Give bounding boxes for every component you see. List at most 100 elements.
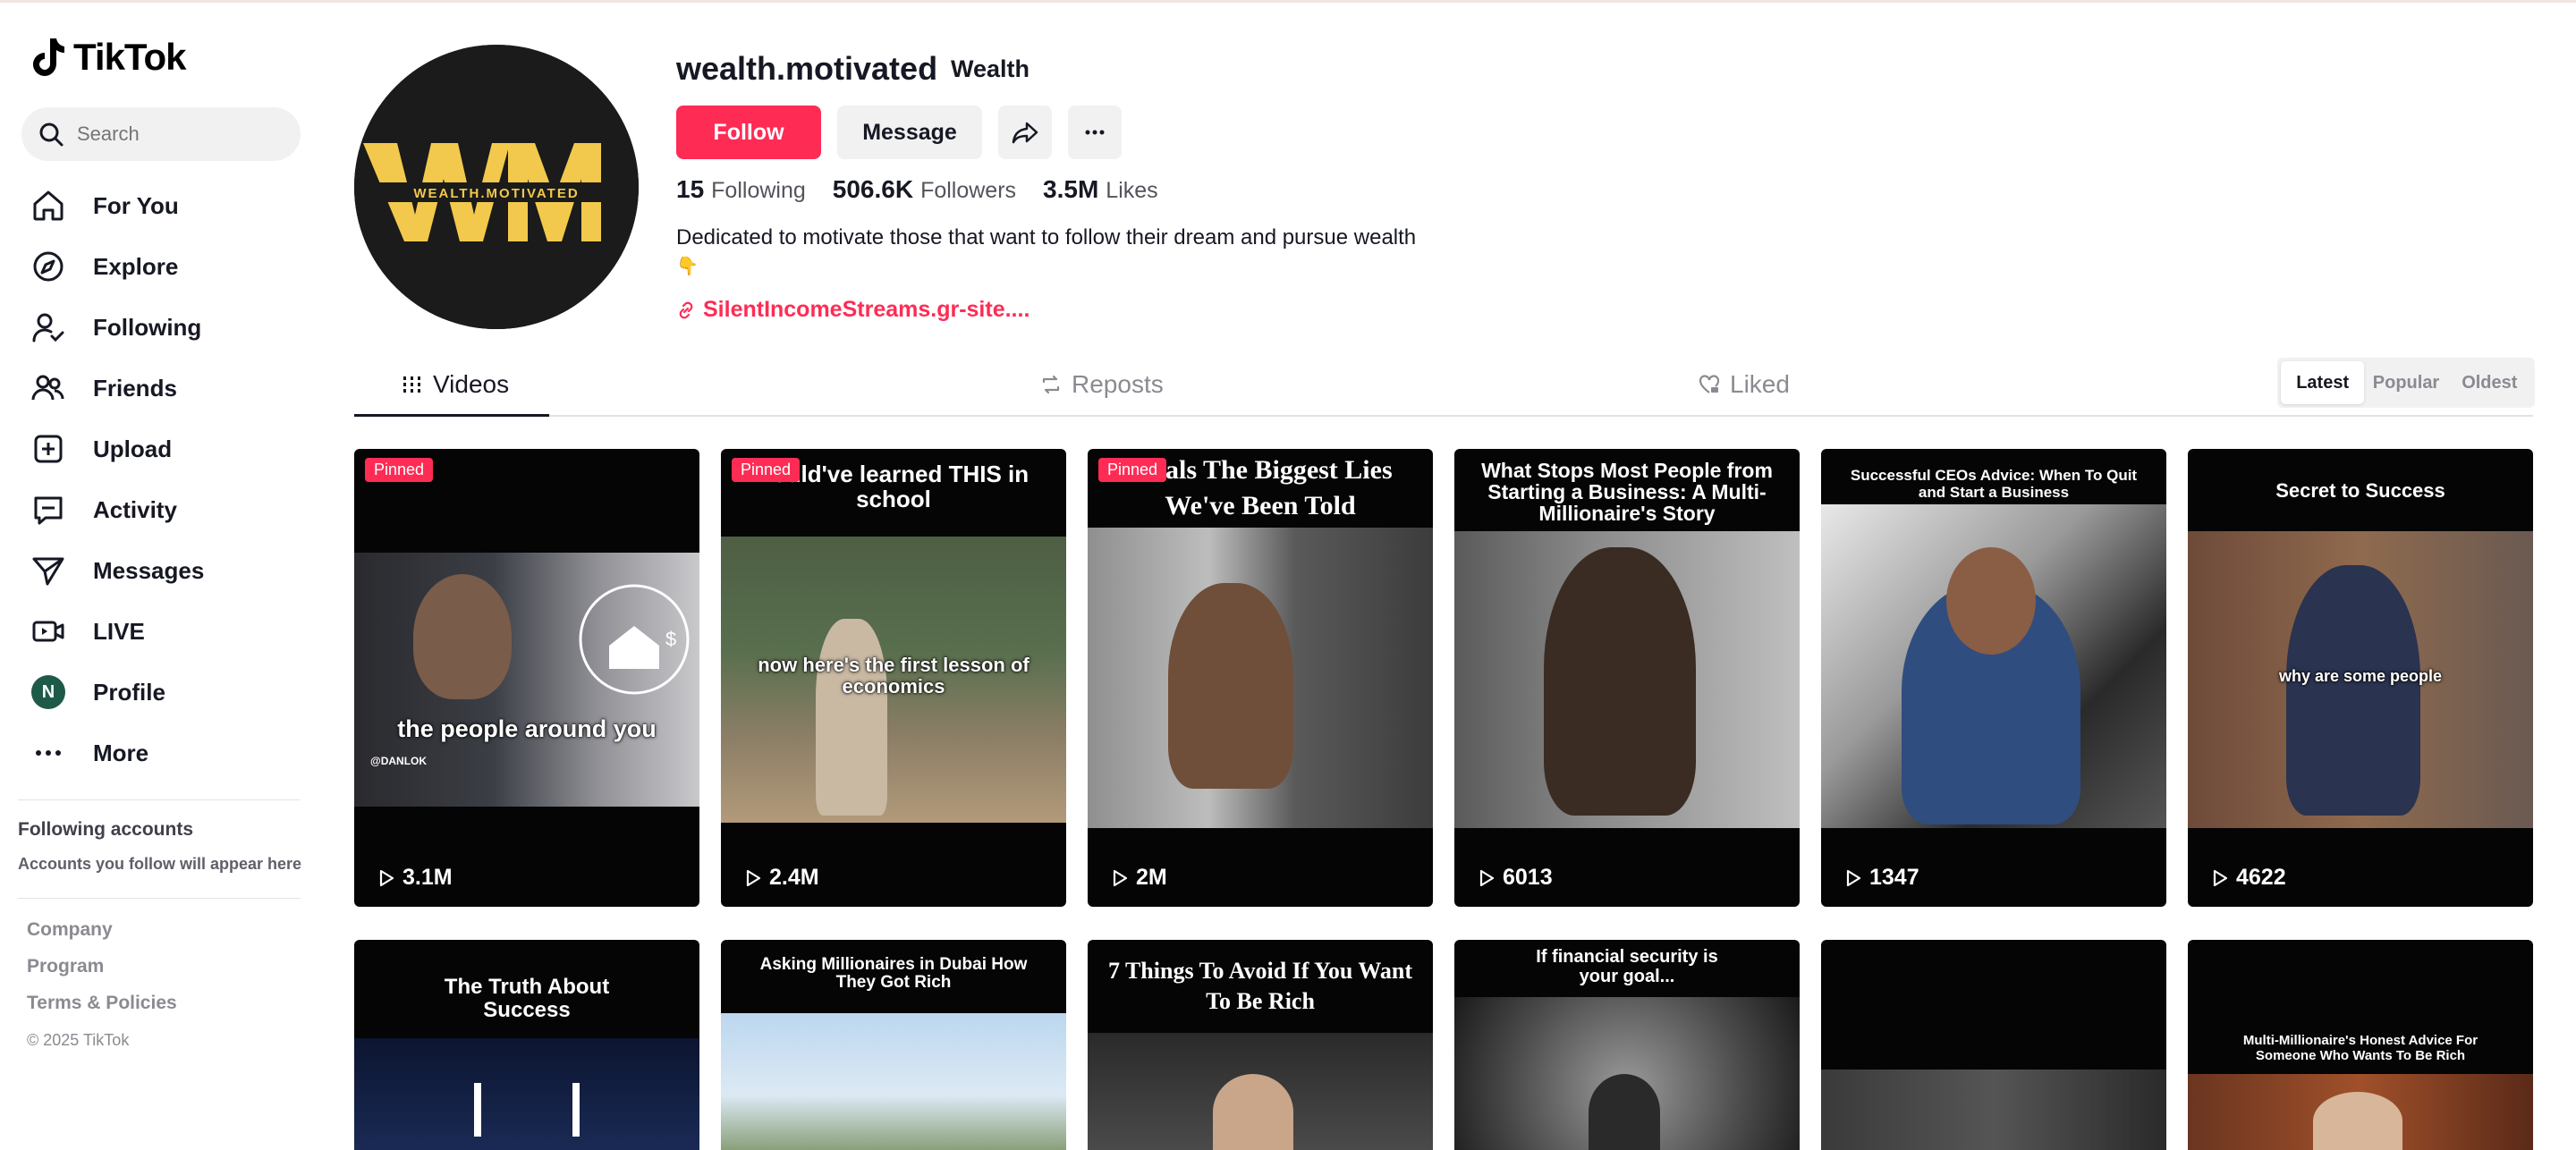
view-count: 6013 — [1503, 865, 1553, 890]
video-card[interactable] — [1821, 940, 2166, 1150]
video-card[interactable]: hould've learned THIS in school Pinned n… — [721, 449, 1066, 907]
sidebar-item-label: Following — [93, 313, 202, 341]
tab-videos[interactable]: Videos — [401, 370, 509, 399]
video-card[interactable]: If financial security is your goal... — [1454, 940, 1800, 1150]
footer-link-program[interactable]: Program — [27, 956, 177, 993]
bio-text: Dedicated to motivate those that want to… — [676, 225, 1417, 249]
copyright: © 2025 TikTok — [27, 1031, 130, 1049]
sidebar-footer: Company Program Terms & Policies © 2025 … — [27, 919, 177, 1050]
sidebar: TikTok For You Explore Following Friends… — [0, 0, 322, 1150]
video-title: Secret to Success — [2275, 479, 2445, 502]
more-options-button[interactable] — [1068, 106, 1122, 159]
video-thumbnail-person — [1213, 1074, 1293, 1150]
video-card[interactable]: Secret to Success why are some people 46… — [2188, 449, 2533, 907]
video-thumbnail-person — [816, 619, 887, 816]
video-card[interactable]: $ Pinned the people around you @DANLOK 3… — [354, 449, 699, 907]
video-card[interactable]: Asking Millionaires in Dubai How They Go… — [721, 940, 1066, 1150]
pinned-badge: Pinned — [365, 458, 434, 482]
more-dots-icon — [36, 750, 61, 756]
profile-username: wealth.motivated — [676, 50, 938, 87]
stat-likes: 3.5M Likes — [1043, 175, 1158, 204]
profile-stats: 15 Following 506.6K Followers 3.5M Likes — [676, 175, 1158, 204]
stat-value: 15 — [676, 175, 705, 203]
share-icon — [1012, 122, 1038, 144]
video-card[interactable]: What Stops Most People from Starting a B… — [1454, 449, 1800, 907]
share-button[interactable] — [998, 106, 1052, 159]
stat-label: Likes — [1106, 178, 1158, 203]
video-card[interactable]: eveals The Biggest Lies We've Been Told … — [1088, 449, 1433, 907]
tab-liked[interactable]: Liked — [1698, 370, 1790, 399]
sidebar-item-explore[interactable]: Explore — [27, 236, 304, 297]
profile-tabs: Videos Reposts Liked — [354, 358, 2533, 417]
active-tab-indicator — [354, 414, 549, 417]
tiktok-logo[interactable]: TikTok — [32, 34, 186, 80]
video-card[interactable]: The Truth About Success — [354, 940, 699, 1150]
video-views: 6013 — [1476, 865, 1553, 891]
play-icon — [2213, 869, 2228, 886]
home-icon — [33, 190, 64, 221]
sidebar-nav: For You Explore Following Friends Upload… — [27, 175, 304, 783]
divider — [18, 898, 301, 899]
sidebar-item-label: LIVE — [93, 617, 145, 645]
link-icon — [679, 301, 693, 318]
sidebar-item-for-you[interactable]: For You — [27, 175, 304, 236]
sidebar-item-upload[interactable]: Upload — [27, 419, 304, 479]
sidebar-item-messages[interactable]: Messages — [27, 540, 304, 601]
footer-link-company[interactable]: Company — [27, 919, 177, 956]
message-square-icon — [34, 496, 63, 525]
video-thumbnail — [354, 1038, 699, 1150]
sidebar-item-label: Profile — [93, 678, 165, 706]
sidebar-item-profile[interactable]: N Profile — [27, 662, 304, 723]
video-card[interactable]: Multi-Millionaire's Honest Advice For So… — [2188, 940, 2533, 1150]
sidebar-item-following[interactable]: Following — [27, 297, 304, 358]
search-icon — [39, 123, 64, 147]
search-bar[interactable] — [21, 107, 301, 161]
grid-icon — [403, 376, 420, 393]
stat-followers[interactable]: 506.6K Followers — [833, 175, 1016, 204]
search-input[interactable] — [77, 123, 292, 146]
follow-button[interactable]: Follow — [676, 106, 821, 159]
message-button[interactable]: Message — [837, 106, 982, 159]
stat-value: 506.6K — [832, 175, 914, 203]
video-thumbnail-person — [413, 574, 512, 699]
play-icon — [1846, 869, 1861, 886]
sidebar-item-live[interactable]: LIVE — [27, 601, 304, 662]
sidebar-item-friends[interactable]: Friends — [27, 358, 304, 419]
sidebar-item-label: More — [93, 739, 149, 766]
video-overlay-text: why are some people — [2278, 667, 2443, 685]
footer-link-terms[interactable]: Terms & Policies — [27, 993, 177, 1029]
stat-label: Followers — [920, 178, 1017, 203]
top-border — [0, 0, 2576, 3]
home-car-plane-icon: $ — [579, 584, 690, 695]
sidebar-item-label: Friends — [93, 374, 177, 402]
sort-oldest[interactable]: Oldest — [2448, 361, 2531, 404]
repost-icon — [1042, 375, 1060, 394]
view-count: 1347 — [1869, 865, 1919, 890]
heart-lock-icon — [1699, 375, 1720, 393]
sort-popular[interactable]: Popular — [2364, 361, 2447, 404]
view-count: 4622 — [2236, 865, 2286, 890]
tab-label: Liked — [1730, 370, 1790, 398]
video-thumbnail-person — [1168, 583, 1293, 789]
tab-label: Reposts — [1072, 370, 1164, 398]
compass-icon — [33, 251, 64, 282]
video-title: Asking Millionaires in Dubai How They Go… — [759, 955, 1028, 992]
play-icon — [1113, 869, 1128, 886]
tab-reposts[interactable]: Reposts — [1039, 370, 1164, 399]
sidebar-item-more[interactable]: More — [27, 723, 304, 783]
sidebar-item-label: Explore — [93, 252, 179, 280]
brand-name: TikTok — [73, 36, 186, 78]
video-thumbnail-person — [2286, 565, 2420, 816]
video-card[interactable]: 7 Things To Avoid If You Want To Be Rich — [1088, 940, 1433, 1150]
video-title: Multi-Millionaire's Honest Advice For So… — [2242, 1033, 2479, 1063]
svg-text:WEALTH.MOTIVATED: WEALTH.MOTIVATED — [413, 186, 579, 201]
stat-following[interactable]: 15 Following — [676, 175, 806, 204]
video-card[interactable]: Successful CEOs Advice: When To Quit and… — [1821, 449, 2166, 907]
sidebar-item-activity[interactable]: Activity — [27, 479, 304, 540]
video-overlay-text: now here's the first lesson of economics — [758, 654, 1030, 698]
video-overlay-text: the people around you — [397, 715, 657, 742]
video-views: 3.1M — [376, 865, 453, 891]
profile-avatar[interactable]: WEALTH.MOTIVATED — [354, 45, 639, 329]
profile-link[interactable]: SilentIncomeStreams.gr-site.... — [676, 297, 1030, 323]
sort-latest[interactable]: Latest — [2281, 361, 2365, 404]
